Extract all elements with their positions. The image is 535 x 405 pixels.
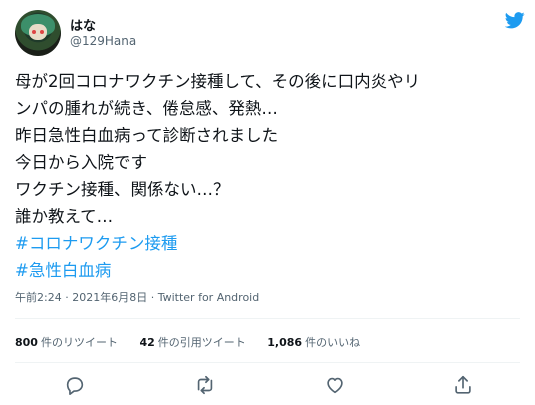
reply-icon[interactable] xyxy=(64,374,86,396)
quote-count[interactable]: 42 件の引用ツイート xyxy=(139,334,245,350)
tweet-client[interactable]: Twitter for Android xyxy=(158,291,260,304)
tweet-line: 誰か教えて… xyxy=(15,207,114,226)
tweet-line: ワクチン接種、関係ない…？ xyxy=(15,180,230,199)
divider xyxy=(15,318,520,319)
hashtag-link[interactable]: #急性白血病 xyxy=(15,257,520,284)
share-icon[interactable] xyxy=(452,374,474,396)
quote-count-label: 件の引用ツイート xyxy=(157,336,246,349)
avatar-eye xyxy=(32,30,36,34)
tweet-actions xyxy=(0,372,535,398)
retweet-icon[interactable] xyxy=(194,374,216,396)
retweet-count-number: 800 xyxy=(15,336,38,349)
retweet-count-label: 件のリツイート xyxy=(40,336,118,349)
quote-count-number: 42 xyxy=(139,336,155,349)
retweet-count[interactable]: 800 件のリツイート xyxy=(15,334,118,350)
like-count[interactable]: 1,086 件のいいね xyxy=(267,334,360,350)
meta-separator: · xyxy=(147,291,158,304)
tweet-date[interactable]: 2021年6月8日 xyxy=(72,291,147,304)
tweet-line: 今日から入院です xyxy=(15,153,147,172)
like-count-number: 1,086 xyxy=(267,336,303,349)
tweet-line: ンパの腫れが続き、倦怠感、発熱… xyxy=(15,99,278,118)
tweet-line: 昨日急性白血病って診断されました xyxy=(15,126,279,145)
heart-icon[interactable] xyxy=(324,374,346,396)
user-name[interactable]: はな xyxy=(70,15,96,34)
tweet-line: 母が2回コロナワクチン接種して、その後に口内炎やリ xyxy=(15,72,421,91)
tweet-meta: 午前2:24 · 2021年6月8日 · Twitter for Android xyxy=(15,289,259,305)
like-count-label: 件のいいね xyxy=(305,336,361,349)
tweet-stats: 800 件のリツイート 42 件の引用ツイート 1,086 件のいいね xyxy=(15,334,378,350)
user-handle[interactable]: @129Hana xyxy=(70,34,136,48)
twitter-bird-icon[interactable] xyxy=(505,10,525,30)
divider xyxy=(15,362,520,363)
tweet-time[interactable]: 午前2:24 xyxy=(15,291,62,304)
avatar-eye xyxy=(40,30,44,34)
hashtag-link[interactable]: #コロナワクチン接種 xyxy=(15,230,520,257)
avatar[interactable] xyxy=(15,10,61,56)
tweet-header: はな @129Hana xyxy=(15,10,525,60)
tweet-text: 母が2回コロナワクチン接種して、その後に口内炎やリ ンパの腫れが続き、倦怠感、発… xyxy=(15,68,520,284)
meta-separator: · xyxy=(61,291,73,304)
